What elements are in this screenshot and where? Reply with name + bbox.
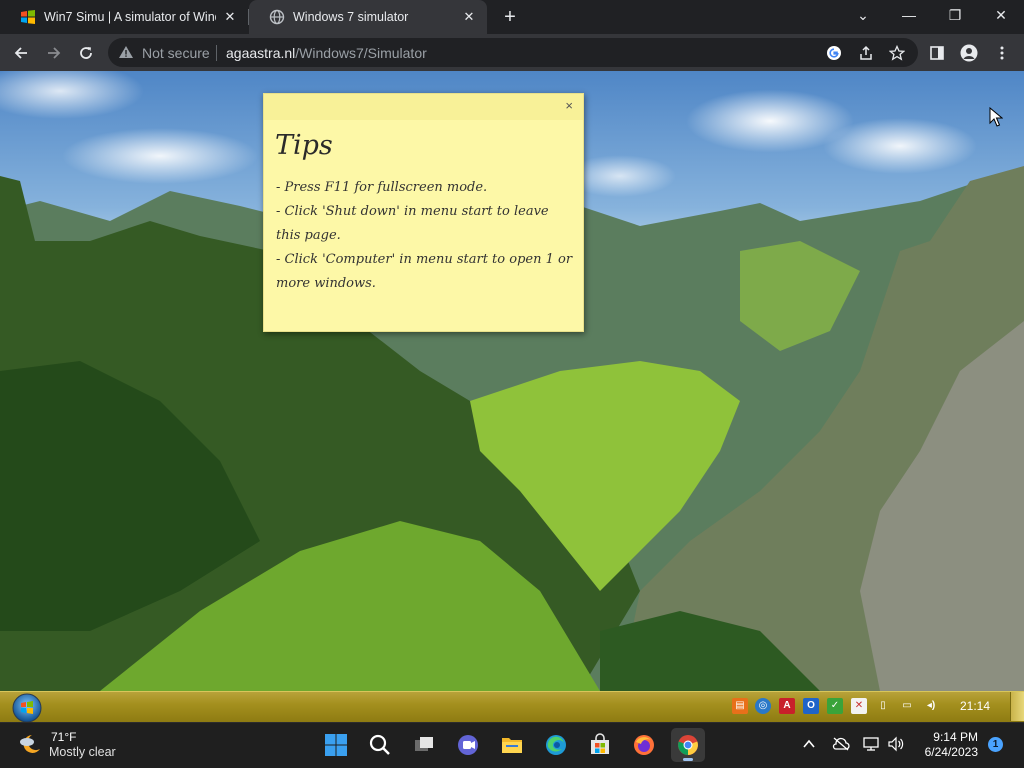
- notification-badge[interactable]: 1: [988, 737, 1003, 752]
- weather-moon-cloud-icon[interactable]: [18, 733, 44, 757]
- win7-desktop[interactable]: × Tips - Press F11 for fullscreen mode. …: [0, 71, 1024, 691]
- win7-start-orb-icon[interactable]: [9, 693, 45, 723]
- tray-security-check-icon[interactable]: ✓: [827, 698, 843, 714]
- network-monitor-icon: [863, 737, 879, 751]
- side-panel-button[interactable]: [924, 40, 950, 66]
- tray-usb-icon[interactable]: ▯: [875, 698, 891, 714]
- sticky-note-titlebar[interactable]: [264, 94, 583, 120]
- back-button[interactable]: [8, 40, 34, 66]
- tab-windows7-simulator[interactable]: Windows 7 simulator ✕: [249, 0, 487, 34]
- tray-volume-icon[interactable]: ◂): [923, 698, 939, 714]
- tray-outlook-icon[interactable]: O: [803, 698, 819, 714]
- arrow-right-icon: [48, 47, 61, 59]
- weather-temperature[interactable]: 71°F: [51, 730, 76, 744]
- minimize-button[interactable]: —: [886, 0, 932, 34]
- task-view-button[interactable]: [407, 728, 441, 762]
- cloud-off-icon: [832, 737, 850, 751]
- tray-document-icon[interactable]: ✕: [851, 698, 867, 714]
- reload-button[interactable]: [73, 40, 99, 66]
- microsoft-store-button[interactable]: [583, 728, 617, 762]
- firefox-icon: [634, 735, 654, 755]
- sticky-note-body: - Press F11 for fullscreen mode. - Click…: [276, 176, 576, 296]
- bookmark-button[interactable]: [887, 43, 907, 63]
- address-bar[interactable]: Not secure agaastra.nl/Windows7/Simulato…: [108, 38, 918, 67]
- win11-clock-date[interactable]: 6/24/2023: [912, 745, 978, 759]
- side-panel-icon: [930, 46, 944, 60]
- tray-network-button[interactable]: [862, 734, 882, 754]
- browser-menu-button[interactable]: [989, 40, 1015, 66]
- show-hidden-icons-button[interactable]: [799, 734, 819, 754]
- win7-show-desktop-button[interactable]: [1010, 692, 1024, 721]
- active-app-indicator: [683, 758, 693, 761]
- chrome-icon: [678, 735, 698, 755]
- teams-chat-button[interactable]: [451, 728, 485, 762]
- url-text[interactable]: agaastra.nl/Windows7/Simulator: [226, 45, 427, 61]
- mouse-pointer-icon: [989, 107, 1003, 127]
- tip-line: - Click 'Shut down' in menu start to lea…: [276, 204, 549, 243]
- forward-button[interactable]: [41, 40, 67, 66]
- profile-avatar-icon: [960, 44, 978, 62]
- tab-title: Windows 7 simulator: [293, 10, 409, 24]
- tip-line: - Press F11 for fullscreen mode.: [276, 180, 488, 195]
- tab-title: Win7 Simu | A simulator of Windows 7: [44, 10, 216, 24]
- edge-button[interactable]: [539, 728, 573, 762]
- win7-clock[interactable]: 21:14: [960, 699, 990, 713]
- not-secure-label[interactable]: Not secure: [142, 45, 210, 61]
- search-icon: [369, 734, 390, 755]
- star-icon: [888, 44, 906, 61]
- close-window-button[interactable]: ✕: [978, 0, 1024, 34]
- warning-triangle-icon: [119, 46, 133, 58]
- tray-volume-button[interactable]: [886, 734, 906, 754]
- win11-clock-time[interactable]: 9:14 PM: [920, 730, 978, 744]
- win7-taskbar: [0, 691, 1024, 722]
- folder-icon: [502, 738, 522, 753]
- store-bag-icon: [591, 733, 609, 754]
- sticky-note-title: Tips: [275, 130, 333, 161]
- file-explorer-button[interactable]: [495, 728, 529, 762]
- omnibox-divider: [216, 45, 217, 61]
- tray-network-globe-icon[interactable]: ◎: [755, 698, 771, 714]
- profile-button[interactable]: [956, 40, 982, 66]
- speaker-icon: [888, 736, 904, 752]
- sticky-close-icon[interactable]: ×: [565, 98, 573, 114]
- tray-pdf-icon[interactable]: A: [779, 698, 795, 714]
- tray-cloud-icon[interactable]: [831, 734, 851, 754]
- win11-search-button[interactable]: [363, 728, 397, 762]
- tab-win7-simu[interactable]: Win7 Simu | A simulator of Windows 7 ✕: [0, 0, 248, 34]
- firefox-button[interactable]: [627, 728, 661, 762]
- url-path: /Windows7/Simulator: [295, 45, 427, 61]
- new-tab-button[interactable]: +: [498, 5, 522, 29]
- google-g-icon: [827, 46, 841, 60]
- chrome-button[interactable]: [671, 728, 705, 762]
- windows7-favicon-icon: [21, 10, 35, 24]
- reload-icon: [80, 47, 92, 59]
- win11-start-button[interactable]: [319, 728, 353, 762]
- sticky-note-tips[interactable]: × Tips - Press F11 for fullscreen mode. …: [263, 93, 584, 332]
- arrow-left-icon: [14, 47, 27, 59]
- url-host: agaastra.nl: [226, 45, 296, 61]
- tab-close-icon[interactable]: ✕: [222, 9, 238, 25]
- tab-close-icon[interactable]: ✕: [461, 9, 477, 25]
- weather-condition[interactable]: Mostly clear: [49, 745, 116, 759]
- edge-icon: [546, 735, 566, 755]
- chat-icon: [458, 735, 478, 755]
- share-button[interactable]: [856, 43, 876, 63]
- windows11-logo-icon: [325, 734, 347, 756]
- globe-icon: [269, 9, 285, 25]
- share-icon: [860, 45, 872, 60]
- tab-search-button[interactable]: ⌄: [840, 0, 886, 34]
- browser-tab-strip: Win7 Simu | A simulator of Windows 7 ✕ W…: [0, 0, 1024, 34]
- task-view-icon: [415, 737, 433, 751]
- chevron-up-icon: [803, 739, 815, 748]
- browser-toolbar: Not secure agaastra.nl/Windows7/Simulato…: [0, 34, 1024, 71]
- tray-network-icon[interactable]: ▭: [899, 698, 915, 714]
- google-lens-button[interactable]: [824, 43, 844, 63]
- tip-line: - Click 'Computer' in menu start to open…: [276, 252, 573, 291]
- more-vert-icon: [1000, 46, 1004, 60]
- tray-app-orange-icon[interactable]: ▤: [732, 698, 748, 714]
- restore-button[interactable]: ❐: [932, 0, 978, 34]
